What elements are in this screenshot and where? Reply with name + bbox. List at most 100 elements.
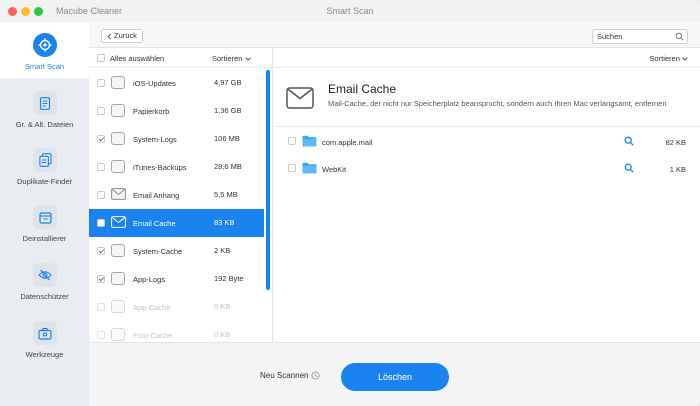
- list-item-size: 2 KB: [214, 246, 231, 255]
- search-box: [592, 29, 688, 44]
- list-item-checkbox[interactable]: [97, 331, 105, 339]
- search-icon[interactable]: [624, 136, 634, 146]
- list-item-size: 192 Byte: [214, 274, 244, 283]
- sidebar-item-uninstaller[interactable]: Deinstallierer: [0, 194, 89, 250]
- file-checkbox[interactable]: [288, 137, 296, 145]
- detail-header-bar: Sortieren: [274, 48, 700, 68]
- list-header: Alles auswählen Sortieren: [89, 48, 273, 68]
- list-item-size: 0 KB: [214, 302, 231, 311]
- list-scrollbar[interactable]: [266, 70, 270, 290]
- eye-slash-icon: [33, 263, 57, 287]
- sidebar-item-tools[interactable]: Werkzeuge: [0, 310, 89, 366]
- sidebar-item-duplicate-finder[interactable]: Duplikate-Finder: [0, 137, 89, 193]
- search-icon[interactable]: [675, 32, 684, 41]
- back-button-label: Zurück: [114, 31, 137, 40]
- mail-icon: [111, 216, 126, 228]
- list-item-app-logs[interactable]: App-Logs 192 Byte: [89, 265, 264, 293]
- list-item-email-attachments[interactable]: Email Anhang 5,5 MB: [89, 181, 264, 209]
- list-item-name: System-Logs: [133, 135, 177, 144]
- file-name: WebKit: [322, 165, 347, 174]
- list-item-size: 83 KB: [214, 218, 235, 227]
- rescan-button[interactable]: Neu Scannen: [260, 371, 321, 380]
- list-item-name: Email Cache: [133, 219, 176, 228]
- folder-icon: [302, 135, 317, 147]
- toolbar: Zurück: [89, 22, 700, 48]
- list-item-itunes-backups[interactable]: iTunes-Backups 28,6 MB: [89, 153, 264, 181]
- list-item-name: System-Cache: [133, 247, 183, 256]
- select-all-label: Alles auswählen: [110, 54, 165, 63]
- list-item-size: 1,36 GB: [214, 106, 242, 115]
- file-checkbox[interactable]: [288, 164, 296, 172]
- app-window: Macube Cleaner Smart Scan Smart Scan Gr.…: [0, 0, 700, 406]
- folder-icon: [302, 162, 317, 174]
- list-item-checkbox[interactable]: [97, 303, 105, 311]
- list-item-size: 28,6 MB: [214, 162, 242, 171]
- list-item-checkbox[interactable]: [97, 135, 105, 143]
- list-item-email-cache[interactable]: Email Cache 83 KB: [89, 209, 264, 237]
- sidebar-item-label: Gr. & Alt. Dateien: [15, 120, 74, 129]
- sidebar-item-smart-scan[interactable]: Smart Scan: [0, 22, 89, 78]
- list-item-checkbox[interactable]: [97, 163, 105, 171]
- target-icon: [33, 33, 57, 57]
- list-item-size: 0 KB: [214, 330, 231, 339]
- list-item-ios-updates[interactable]: iOS-Updates 4,97 GB: [89, 69, 264, 97]
- list-item-checkbox[interactable]: [97, 79, 105, 87]
- sidebar-item-label: Werkzeuge: [25, 350, 64, 359]
- list-item-name: iTunes-Backups: [133, 163, 187, 172]
- list-item-app-cache[interactable]: App-Cache 0 KB: [89, 293, 264, 321]
- file-size: 1 KB: [669, 165, 686, 174]
- search-icon[interactable]: [624, 163, 634, 173]
- toolbox-icon: [33, 321, 57, 345]
- trash-icon: [111, 104, 125, 117]
- category-description: Mail-Cache, der nicht nur Speicherplatz …: [328, 99, 667, 108]
- file-icon: [111, 244, 125, 257]
- list-item-size: 106 MB: [214, 134, 240, 143]
- chevron-down-icon: [682, 57, 688, 61]
- list-item-system-cache[interactable]: System-Cache 2 KB: [89, 237, 264, 265]
- list-item-name: Email Anhang: [133, 191, 180, 200]
- sort-label: Sortieren: [649, 54, 680, 63]
- document-icon: [33, 91, 57, 115]
- file-size: 82 KB: [665, 138, 686, 147]
- list-item-checkbox[interactable]: [97, 247, 105, 255]
- detail-sort-dropdown[interactable]: Sortieren: [649, 54, 688, 63]
- category-header: Email Cache Mail-Cache, der nicht nur Sp…: [274, 68, 700, 127]
- file-icon: [111, 272, 125, 285]
- refresh-icon: [311, 371, 321, 380]
- file-row[interactable]: WebKit 1 KB: [274, 155, 700, 183]
- delete-button[interactable]: Löschen: [341, 363, 449, 391]
- mail-icon: [286, 87, 314, 109]
- list-item-name: Papierkorb: [133, 107, 170, 116]
- sidebar-item-privacy[interactable]: Datenschützer: [0, 252, 89, 308]
- category-list-panel: Alles auswählen Sortieren iOS-Updates 4,…: [89, 48, 273, 342]
- file-icon: [111, 328, 125, 341]
- title-bar: Macube Cleaner Smart Scan: [0, 0, 700, 22]
- list-item-name: iOS-Updates: [133, 79, 176, 88]
- file-icon: [111, 160, 125, 173]
- back-button[interactable]: Zurück: [101, 29, 143, 43]
- file-name: com.apple.mail: [322, 138, 373, 147]
- sort-label: Sortieren: [212, 54, 243, 63]
- file-icon: [111, 76, 125, 89]
- duplicate-icon: [33, 148, 57, 172]
- file-icon: [111, 132, 125, 145]
- file-row[interactable]: com.apple.mail 82 KB: [274, 128, 700, 156]
- search-input[interactable]: [597, 31, 675, 42]
- chevron-left-icon: [107, 32, 112, 40]
- sidebar-item-label: Smart Scan: [24, 62, 65, 71]
- list-item-checkbox[interactable]: [97, 107, 105, 115]
- list-item-size: 4,97 GB: [214, 78, 242, 87]
- list-item-checkbox[interactable]: [97, 191, 105, 199]
- list-item-checkbox[interactable]: [97, 219, 105, 227]
- category-title: Email Cache: [328, 82, 397, 96]
- chevron-down-icon: [244, 57, 251, 61]
- list-item-system-logs[interactable]: System-Logs 106 MB: [89, 125, 264, 153]
- list-sort-dropdown[interactable]: Sortieren: [212, 54, 251, 63]
- select-all-checkbox[interactable]: [97, 54, 105, 62]
- list-item-checkbox[interactable]: [97, 275, 105, 283]
- list-item-trash[interactable]: Papierkorb 1,36 GB: [89, 97, 264, 125]
- list-item-size: 5,5 MB: [214, 190, 238, 199]
- sidebar-item-label: Deinstallierer: [22, 234, 67, 243]
- sidebar-item-large-old-files[interactable]: Gr. & Alt. Dateien: [0, 80, 89, 136]
- mail-icon: [111, 188, 126, 200]
